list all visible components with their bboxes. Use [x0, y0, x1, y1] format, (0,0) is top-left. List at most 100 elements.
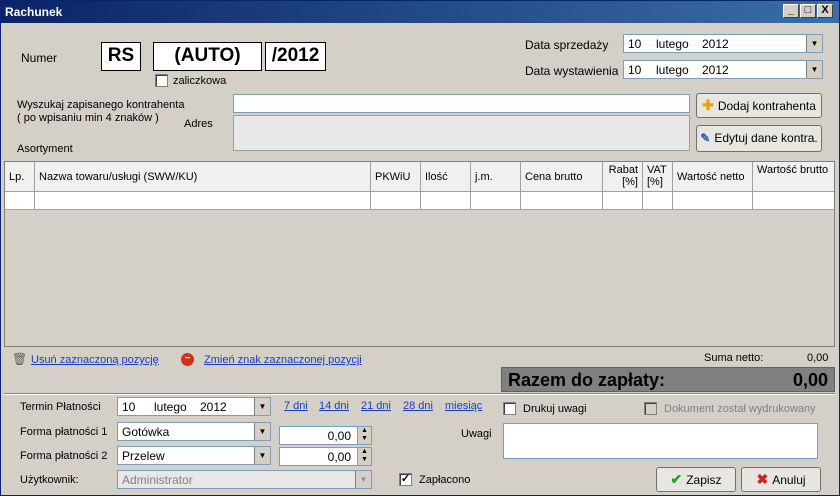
issue-date-month: lutego [656, 63, 689, 77]
chevron-down-icon[interactable]: ▼ [806, 61, 822, 78]
remove-item-link[interactable]: Usuń zaznaczoną pozycję [31, 354, 159, 366]
col-header-brutto[interactable]: Wartość brutto [753, 162, 834, 192]
drukuj-uwagi-label: Drukuj uwagi [523, 403, 587, 415]
search-contractor-hint: ( po wpisaniu min 4 znaków ) [17, 112, 159, 124]
total-bar: Razem do zapłaty: 0,00 [501, 367, 835, 392]
checkmark-icon: ✔ [670, 471, 683, 487]
chevron-down-icon: ▼ [355, 471, 371, 488]
chevron-down-icon[interactable]: ▼ [254, 423, 270, 440]
forma1-select[interactable]: Gotówka ▼ [117, 422, 271, 441]
zaliczkowa-label: zaliczkowa [173, 75, 227, 87]
items-table[interactable]: Lp. Nazwa towaru/usługi (SWW/KU) PKWiU I… [4, 161, 835, 347]
add-contractor-label: Dodaj kontrahenta [717, 99, 816, 113]
payment-date-year: 2012 [200, 400, 227, 414]
edit-contractor-button[interactable]: ✎ Edytuj dane kontra. [696, 125, 822, 152]
chevron-down-icon[interactable]: ▼ [806, 35, 822, 52]
quick-month-link[interactable]: miesiąc [445, 400, 482, 412]
sale-date-month: lutego [656, 37, 689, 51]
address-field [233, 115, 690, 151]
items-table-header: Lp. Nazwa towaru/usługi (SWW/KU) PKWiU I… [5, 162, 834, 192]
edit-contractor-label: Edytuj dane kontra. [714, 131, 818, 145]
zaplacono-checkbox[interactable]: ✓ [399, 473, 412, 486]
drukuj-uwagi-checkbox[interactable] [503, 402, 516, 415]
cancel-button[interactable]: ✖ Anuluj [741, 467, 821, 492]
issue-date-day: 10 [628, 63, 642, 77]
save-button[interactable]: ✔ Zapisz [656, 467, 736, 492]
asortyment-label: Asortyment [17, 143, 73, 155]
invoice-window: Rachunek _ □ X Numer RS (AUTO) /2012 zal… [0, 0, 840, 496]
uwagi-label: Uwagi [461, 428, 492, 440]
quick-28-days-link[interactable]: 28 dni [403, 400, 433, 412]
chevron-down-icon[interactable]: ▼ [254, 447, 270, 464]
spin-arrows-icon[interactable]: ▲ ▼ [357, 427, 371, 444]
table-row[interactable] [5, 192, 834, 210]
search-contractor-label: Wyszukaj zapisanego kontrahenta [17, 99, 185, 111]
payment-date-month: lutego [154, 400, 187, 414]
printed-checkbox [644, 402, 657, 415]
numer-value: (AUTO) [153, 42, 262, 71]
termin-label: Termin Płatności [20, 401, 101, 413]
change-sign-link[interactable]: Zmień znak zaznaczonej pozycji [204, 354, 362, 366]
spin-arrows-icon[interactable]: ▲ ▼ [357, 448, 371, 465]
numer-prefix: RS [101, 42, 141, 71]
close-icon: ✖ [756, 471, 769, 487]
user-select: Administrator ▼ [117, 470, 372, 489]
col-header-jm[interactable]: j.m. [471, 162, 521, 192]
razem-value: 0,00 [792, 370, 828, 390]
add-contractor-button[interactable]: ✚ Dodaj kontrahenta [696, 93, 822, 118]
sale-date-label: Data sprzedaży [525, 38, 609, 52]
payment-date-day: 10 [122, 400, 136, 414]
numer-label: Numer [21, 51, 58, 65]
separator [4, 393, 835, 395]
issue-date-picker[interactable]: 10 lutego 2012 ▼ [623, 60, 823, 79]
forma2-select[interactable]: Przelew ▼ [117, 446, 271, 465]
minimize-button[interactable]: _ [783, 4, 799, 18]
save-label: Zapisz [686, 473, 722, 487]
close-button[interactable]: X [817, 4, 833, 18]
zaliczkowa-checkbox[interactable] [155, 74, 168, 87]
numer-suffix: /2012 [265, 42, 326, 71]
suma-netto-value: 0,00 [807, 352, 829, 364]
edit-icon: ✎ [700, 131, 711, 145]
zaplacono-label: Zapłacono [419, 474, 471, 486]
sale-date-year: 2012 [702, 37, 729, 51]
col-header-netto[interactable]: Wartość netto [673, 162, 753, 192]
col-header-ilosc[interactable]: Ilość [421, 162, 471, 192]
forma1-value: Gotówka [122, 425, 170, 439]
forma2-value: Przelew [122, 449, 165, 463]
title-bar: Rachunek [1, 1, 839, 23]
chevron-down-icon[interactable]: ▼ [254, 398, 270, 415]
forma1-label: Forma płatności 1 [20, 426, 108, 438]
col-header-lp[interactable]: Lp. [5, 162, 35, 192]
sale-date-day: 10 [628, 37, 642, 51]
forma1-amount-input[interactable]: 0,00 ▲ ▼ [279, 426, 372, 445]
cancel-label: Anuluj [772, 473, 806, 487]
suma-netto-label: Suma netto: [704, 352, 764, 364]
col-header-pkwiu[interactable]: PKWiU [371, 162, 421, 192]
forma2-amount: 0,00 [327, 450, 351, 464]
payment-date-picker[interactable]: 10 lutego 2012 ▼ [117, 397, 271, 416]
minus-circle-icon[interactable]: − [181, 353, 194, 366]
maximize-button[interactable]: □ [800, 4, 816, 18]
trash-icon[interactable]: 🗑 [12, 352, 27, 366]
col-header-vat[interactable]: VAT [%] [643, 162, 673, 192]
quick-21-days-link[interactable]: 21 dni [361, 400, 391, 412]
col-header-name[interactable]: Nazwa towaru/usługi (SWW/KU) [35, 162, 371, 192]
contractor-search-input[interactable] [233, 94, 690, 113]
window-title: Rachunek [5, 5, 63, 19]
uwagi-textarea[interactable] [503, 423, 818, 459]
forma2-label: Forma płatności 2 [20, 450, 108, 462]
quick-14-days-link[interactable]: 14 dni [319, 400, 349, 412]
plus-icon: ✚ [702, 97, 714, 113]
quick-7-days-link[interactable]: 7 dni [284, 400, 308, 412]
issue-date-label: Data wystawienia [525, 64, 619, 78]
forma1-amount: 0,00 [327, 429, 351, 443]
printed-label: Dokument został wydrukowany [664, 403, 816, 415]
adres-label: Adres [184, 118, 213, 130]
sale-date-picker[interactable]: 10 lutego 2012 ▼ [623, 34, 823, 53]
col-header-cena[interactable]: Cena brutto [521, 162, 603, 192]
issue-date-year: 2012 [702, 63, 729, 77]
col-header-rabat[interactable]: Rabat [%] [603, 162, 643, 192]
forma2-amount-input[interactable]: 0,00 ▲ ▼ [279, 447, 372, 466]
user-value: Administrator [122, 473, 193, 487]
